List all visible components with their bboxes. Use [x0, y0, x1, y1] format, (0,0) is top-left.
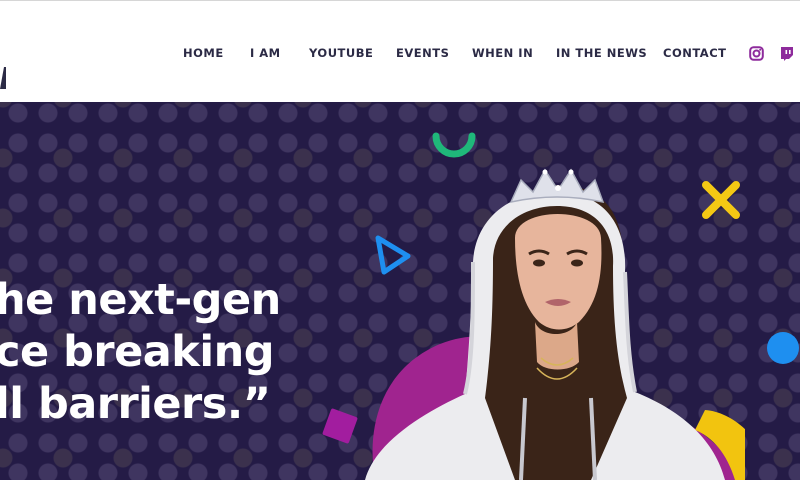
site-header: HOME I AM YOUTUBE EVENTS WHEN IN IN THE … [0, 1, 800, 102]
green-arc-shape [432, 132, 476, 158]
hero-portrait [365, 168, 745, 480]
nav-when-in[interactable]: WHEN IN [472, 46, 533, 60]
site-logo[interactable] [0, 67, 6, 89]
nav-events[interactable]: EVENTS [396, 46, 449, 60]
instagram-icon[interactable] [749, 46, 764, 61]
magenta-square-shape [322, 408, 358, 444]
nav-youtube[interactable]: YOUTUBE [309, 46, 373, 60]
hero-banner: he next-gen ce breaking ll barriers.” [0, 102, 800, 480]
hero-quote-line-2: ce breaking [0, 327, 275, 377]
hero-quote: he next-gen ce breaking ll barriers.” [0, 274, 281, 430]
hero-quote-line-3: ll barriers.” [0, 379, 271, 429]
blue-circle-shape [767, 332, 799, 364]
nav-i-am[interactable]: I AM [250, 46, 281, 60]
nav-in-the-news[interactable]: IN THE NEWS [556, 46, 647, 60]
hero-quote-line-1: he next-gen [0, 275, 281, 325]
nav-contact[interactable]: CONTACT [663, 46, 726, 60]
twitch-icon[interactable] [779, 46, 794, 61]
nav-home[interactable]: HOME [183, 46, 224, 60]
